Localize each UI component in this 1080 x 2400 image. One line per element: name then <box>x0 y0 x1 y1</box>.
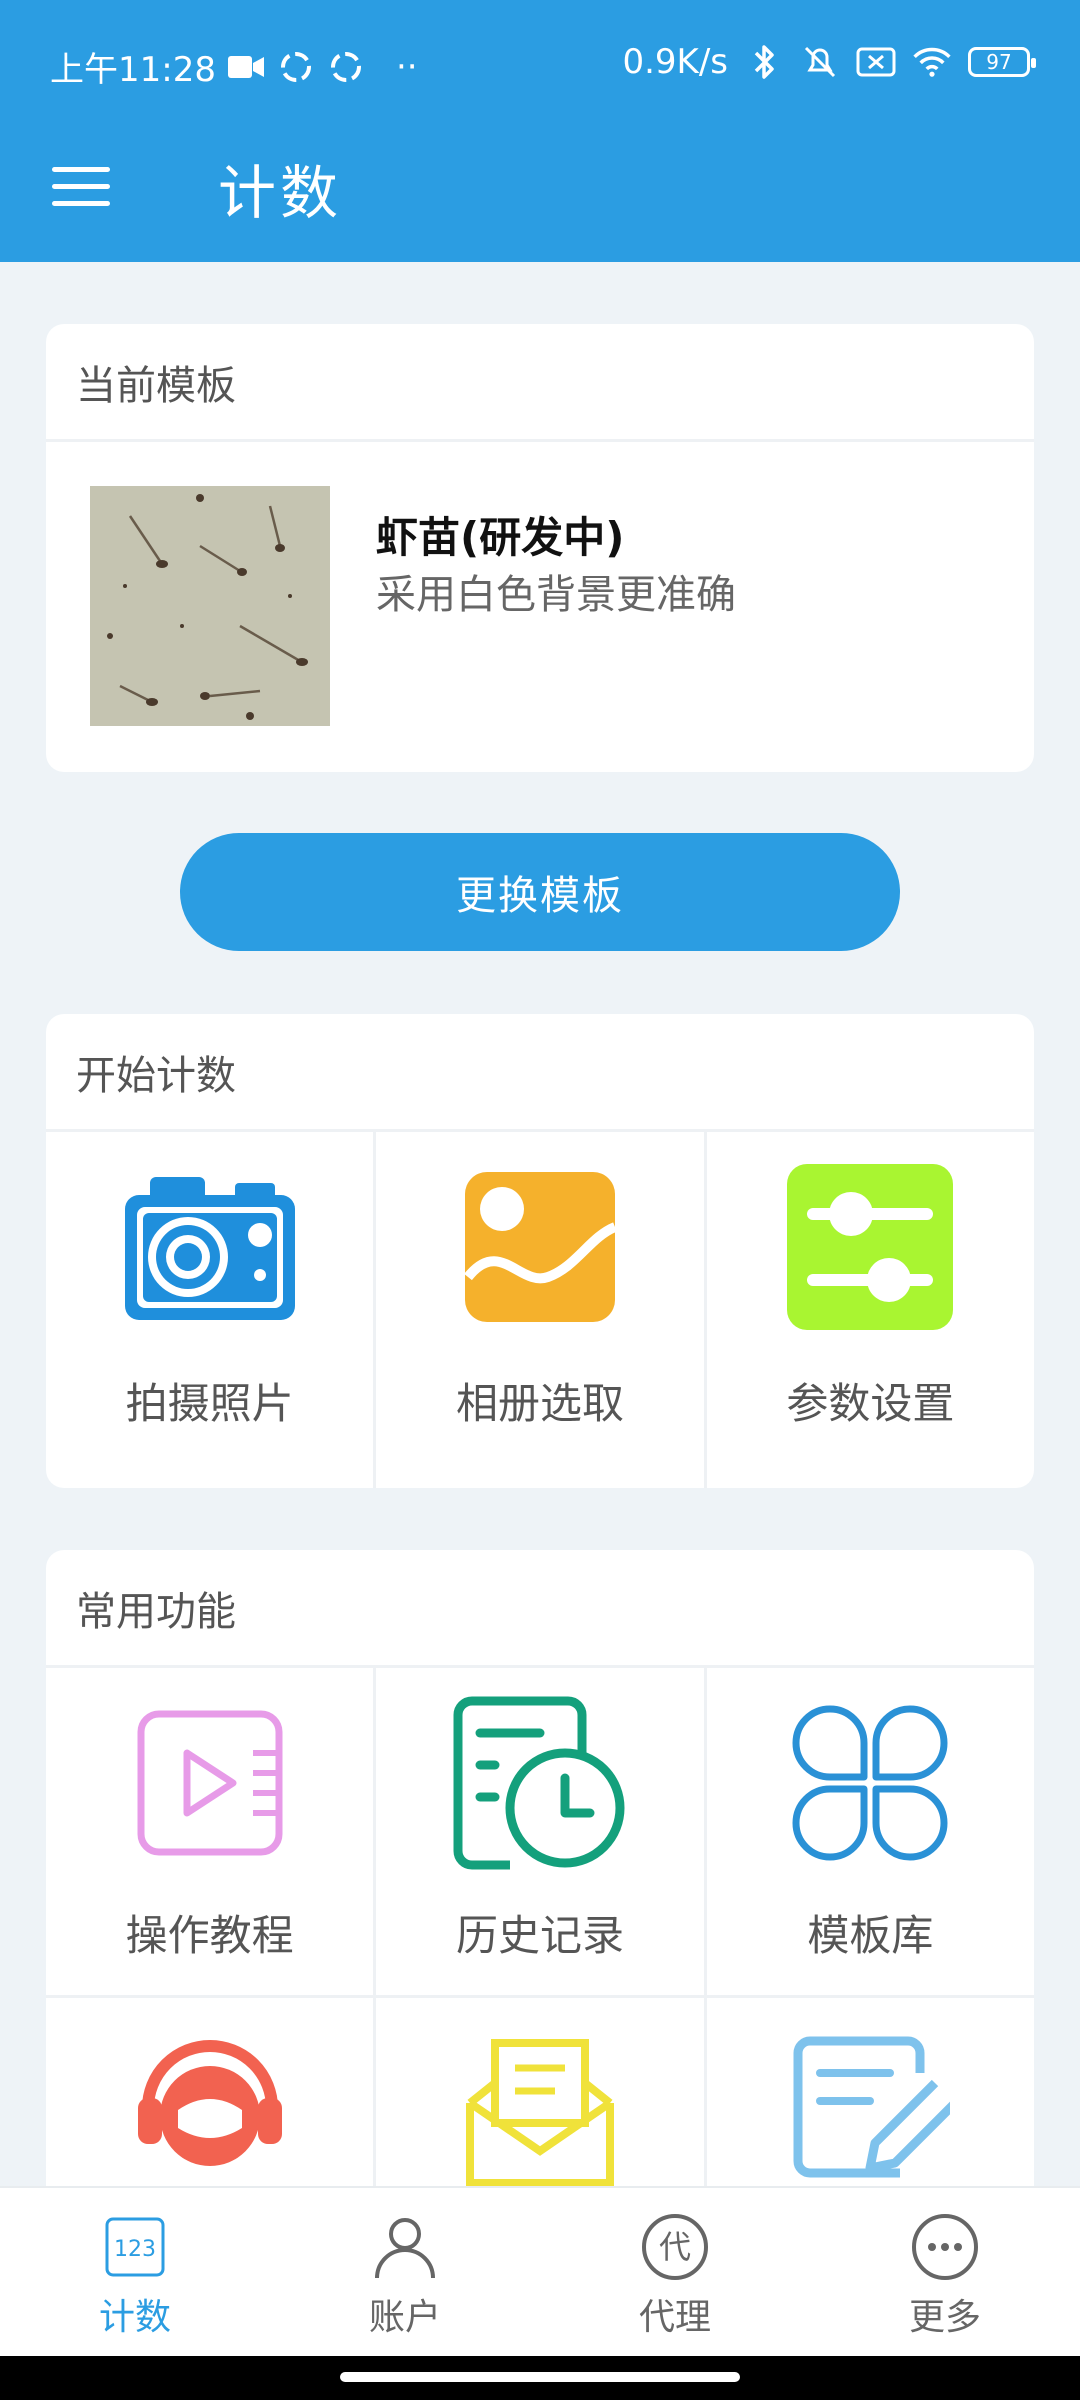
more-icon <box>910 2212 980 2282</box>
count-123-icon: 123 <box>100 2212 170 2282</box>
agent-icon-text: 代 <box>659 2228 691 2266</box>
card-header: 当前模板 <box>46 324 1034 442</box>
top-bar: 上午11:28 ·· 0.9K/s 97 计数 <box>0 0 1080 262</box>
start-actions: 拍摄照片 相册选取 参数设置 <box>46 1132 1034 1488</box>
nav-count-label: 计数 <box>98 2297 171 2338</box>
menu-icon-bar <box>52 200 110 206</box>
count-123-icon-text: 123 <box>114 2237 156 2262</box>
agent-icon: 代 <box>640 2212 710 2282</box>
net-speed: 0.9K/s <box>622 42 728 82</box>
status-bar: 上午11:28 ·· 0.9K/s 97 <box>0 0 1080 130</box>
no-sim-icon <box>856 42 896 82</box>
card-header: 开始计数 <box>46 1014 1034 1132</box>
parameter-settings-label: 参数设置 <box>786 1379 955 1428</box>
current-template-card: 当前模板 虾苗(研发中) 采用白色背景更准确 <box>46 324 1034 772</box>
user-icon <box>370 2212 440 2282</box>
take-photo-label: 拍摄照片 <box>125 1379 294 1428</box>
app-bar: 计数 <box>0 130 1080 262</box>
nav-more[interactable]: 更多 <box>810 2188 1080 2356</box>
nav-more-label: 更多 <box>908 2297 981 2338</box>
gallery-icon <box>450 1162 630 1332</box>
status-left: 上午11:28 ·· <box>50 42 418 91</box>
template-body[interactable]: 虾苗(研发中) 采用白色背景更准确 <box>46 442 1034 772</box>
page-title: 计数 <box>218 159 343 227</box>
edit-note-icon <box>780 2028 960 2198</box>
template-library-button[interactable]: 模板库 <box>703 1668 1034 1995</box>
home-gesture-bar[interactable] <box>340 2372 740 2382</box>
gallery-select-label: 相册选取 <box>455 1379 624 1428</box>
customer-service-icon <box>120 2028 300 2198</box>
sliders-icon <box>780 1162 960 1332</box>
template-description: 采用白色背景更准确 <box>376 572 736 618</box>
menu-icon-bar <box>52 183 110 189</box>
history-icon <box>450 1696 630 1870</box>
history-button[interactable]: 历史记录 <box>373 1668 703 1995</box>
start-counting-card: 开始计数 拍摄照片 相册选取 参数设置 <box>46 1014 1034 1488</box>
battery-indicator: 97 <box>968 47 1036 77</box>
status-dots: ·· <box>395 46 418 87</box>
menu-icon-bar <box>52 166 110 172</box>
bottom-navigation: 123 计数 账户 代 代理 更多 <box>0 2186 1080 2356</box>
status-time: 上午11:28 <box>50 50 216 90</box>
gallery-select-button[interactable]: 相册选取 <box>373 1132 703 1488</box>
wifi-icon <box>912 42 952 82</box>
menu-button[interactable] <box>52 154 116 218</box>
template-library-label: 模板库 <box>807 1911 934 1960</box>
card-header: 常用功能 <box>46 1550 1034 1668</box>
status-right: 0.9K/s 97 <box>622 42 1036 82</box>
nav-account-label: 账户 <box>368 2297 441 2338</box>
bluetooth-icon <box>744 42 784 82</box>
tutorial-label: 操作教程 <box>125 1911 294 1960</box>
video-tutorial-icon <box>120 1698 300 1868</box>
mail-icon <box>450 2028 630 2198</box>
template-library-icon <box>780 1698 960 1868</box>
nav-account[interactable]: 账户 <box>270 2188 540 2356</box>
function-row: 操作教程 历史记录 模板库 <box>46 1668 1034 1998</box>
history-label: 历史记录 <box>455 1911 624 1960</box>
nav-count[interactable]: 123 计数 <box>0 2188 270 2356</box>
template-name: 虾苗(研发中) <box>376 513 625 562</box>
template-thumbnail <box>90 486 330 726</box>
sync-icon-2 <box>326 47 366 87</box>
video-record-icon <box>226 47 266 87</box>
take-photo-button[interactable]: 拍摄照片 <box>46 1132 373 1488</box>
nav-agent-label: 代理 <box>638 2297 711 2338</box>
camera-icon <box>120 1162 300 1332</box>
nav-agent[interactable]: 代 代理 <box>540 2188 810 2356</box>
change-template-button[interactable]: 更换模板 <box>180 833 900 951</box>
tutorial-button[interactable]: 操作教程 <box>46 1668 373 1995</box>
silent-bell-icon <box>800 42 840 82</box>
parameter-settings-button[interactable]: 参数设置 <box>703 1132 1034 1488</box>
sync-icon <box>276 47 316 87</box>
gesture-area <box>0 2356 1080 2400</box>
